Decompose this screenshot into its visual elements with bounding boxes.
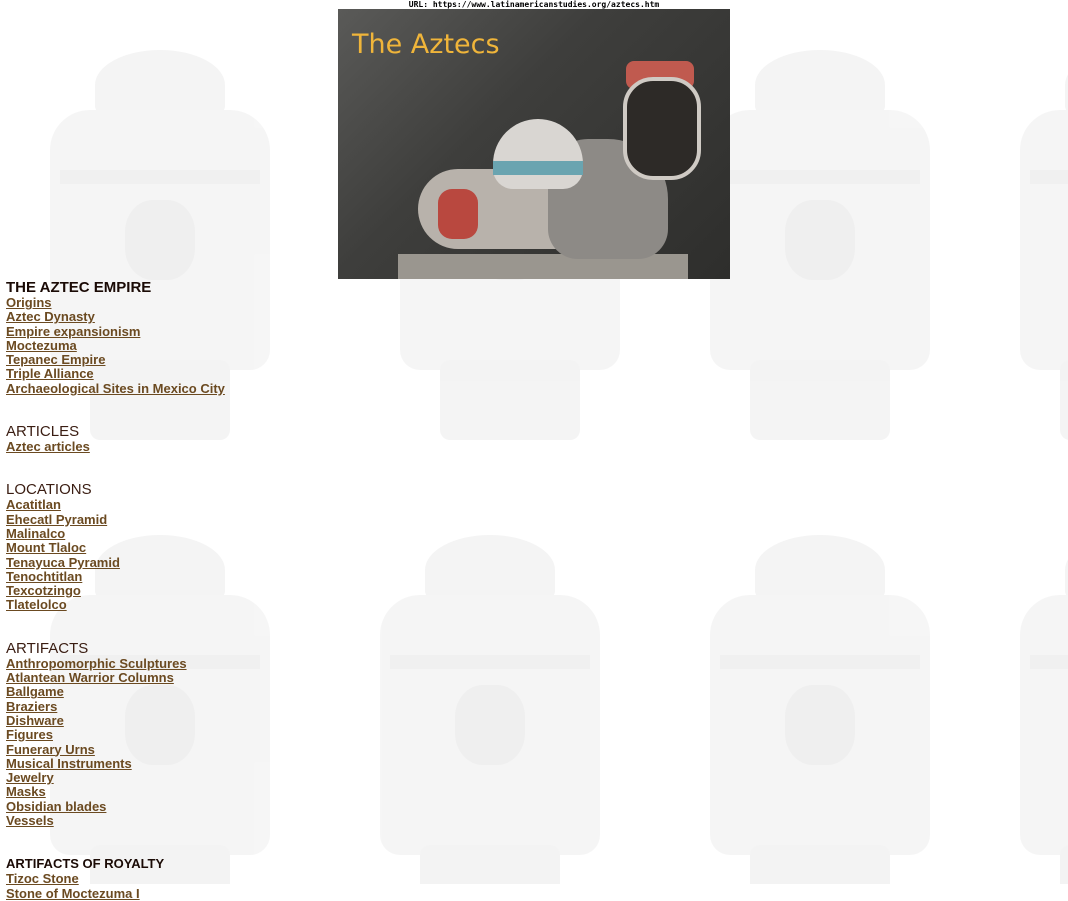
link-acatitlan[interactable]: Acatitlan bbox=[6, 498, 225, 513]
link-stone-of-moctezuma[interactable]: Stone of Moctezuma I bbox=[6, 886, 225, 901]
link-empire-expansionism[interactable]: Empire expansionism bbox=[6, 324, 225, 339]
coatlicue-statue-watermark bbox=[1010, 50, 1068, 440]
section-title-royalty: ARTIFACTS OF ROYALTY bbox=[6, 856, 165, 872]
link-origins[interactable]: Origins bbox=[6, 295, 225, 310]
coatlicue-statue-watermark bbox=[700, 535, 940, 884]
link-funerary-urns[interactable]: Funerary Urns bbox=[6, 742, 225, 757]
section-empire: THE AZTEC EMPIRE Origins Aztec Dynasty E… bbox=[6, 279, 225, 396]
link-malinalco[interactable]: Malinalco bbox=[6, 526, 225, 541]
coatlicue-statue-watermark bbox=[370, 535, 610, 884]
coatlicue-statue-watermark bbox=[1010, 535, 1068, 884]
banner-title: The Aztecs bbox=[352, 29, 500, 60]
section-artifacts: ARTIFACTS Anthropomorphic Sculptures Atl… bbox=[6, 640, 225, 829]
section-articles: ARTICLES Aztec articles bbox=[6, 423, 225, 454]
link-tlatelolco[interactable]: Tlatelolco bbox=[6, 598, 225, 613]
section-title-locations: LOCATIONS bbox=[6, 481, 92, 499]
link-musical-instruments[interactable]: Musical Instruments bbox=[6, 756, 225, 771]
link-figures[interactable]: Figures bbox=[6, 727, 225, 742]
link-texcotzingo[interactable]: Texcotzingo bbox=[6, 583, 225, 598]
url-bar: URL: https://www.latinamericanstudies.or… bbox=[408, 0, 660, 9]
chacmool-sculpture-image bbox=[398, 61, 701, 279]
link-atlantean-warrior-columns[interactable]: Atlantean Warrior Columns bbox=[6, 670, 225, 685]
link-vessels[interactable]: Vessels bbox=[6, 813, 225, 828]
section-royalty: ARTIFACTS OF ROYALTY Tizoc Stone Stone o… bbox=[6, 855, 225, 901]
navigation-menu: THE AZTEC EMPIRE Origins Aztec Dynasty E… bbox=[6, 279, 225, 901]
section-locations: LOCATIONS Acatitlan Ehecatl Pyramid Mali… bbox=[6, 481, 225, 612]
link-anthropomorphic-sculptures[interactable]: Anthropomorphic Sculptures bbox=[6, 656, 225, 671]
section-title-empire: THE AZTEC EMPIRE bbox=[6, 279, 152, 296]
link-obsidian-blades[interactable]: Obsidian blades bbox=[6, 799, 225, 814]
link-mount-tlaloc[interactable]: Mount Tlaloc bbox=[6, 540, 225, 555]
link-ballgame[interactable]: Ballgame bbox=[6, 685, 225, 700]
link-jewelry[interactable]: Jewelry bbox=[6, 770, 225, 785]
link-masks[interactable]: Masks bbox=[6, 785, 225, 800]
section-title-artifacts: ARTIFACTS bbox=[6, 639, 89, 657]
coatlicue-statue-watermark bbox=[700, 50, 940, 440]
banner-image: The Aztecs bbox=[338, 9, 730, 279]
link-moctezuma[interactable]: Moctezuma bbox=[6, 338, 225, 353]
link-tenochtitlan[interactable]: Tenochtitlan bbox=[6, 569, 225, 584]
link-triple-alliance[interactable]: Triple Alliance bbox=[6, 367, 225, 382]
link-tenayuca-pyramid[interactable]: Tenayuca Pyramid bbox=[6, 555, 225, 570]
link-aztec-articles[interactable]: Aztec articles bbox=[6, 439, 225, 454]
link-archaeological-sites[interactable]: Archaeological Sites in Mexico City bbox=[6, 381, 225, 396]
link-tizoc-stone[interactable]: Tizoc Stone bbox=[6, 872, 225, 887]
link-braziers[interactable]: Braziers bbox=[6, 699, 225, 714]
link-tepanec-empire[interactable]: Tepanec Empire bbox=[6, 352, 225, 367]
section-title-articles: ARTICLES bbox=[6, 423, 80, 441]
link-dishware[interactable]: Dishware bbox=[6, 713, 225, 728]
link-aztec-dynasty[interactable]: Aztec Dynasty bbox=[6, 309, 225, 324]
link-ehecatl-pyramid[interactable]: Ehecatl Pyramid bbox=[6, 512, 225, 527]
